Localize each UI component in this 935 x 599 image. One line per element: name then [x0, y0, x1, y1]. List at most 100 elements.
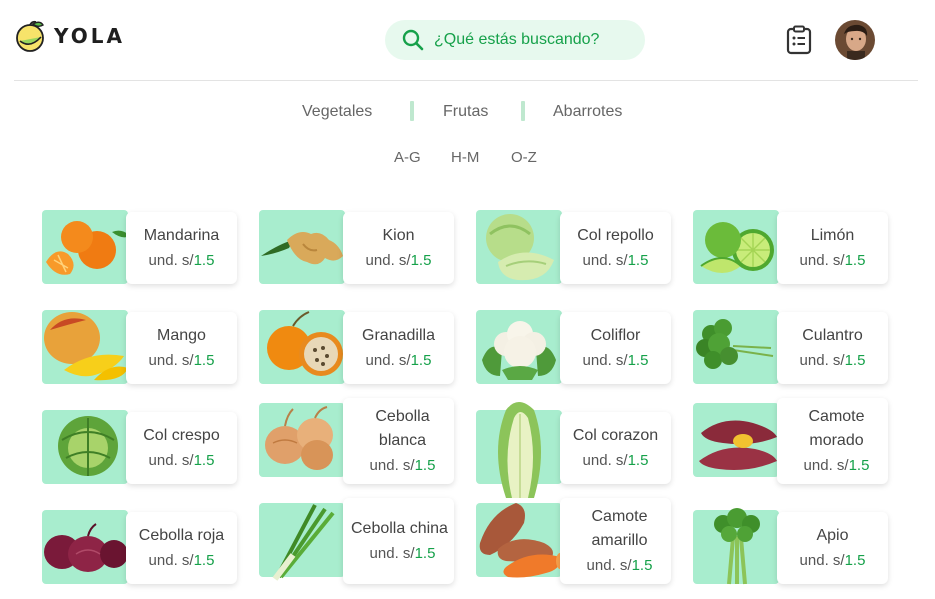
product-info: Culantro und. s/1.5 — [777, 312, 888, 384]
product-name: Camote amarillo — [591, 507, 648, 549]
product-image — [476, 402, 562, 498]
product-name: Cebolla blanca — [375, 407, 430, 449]
product-name: Culantro — [802, 326, 863, 344]
product-card-kion[interactable]: Kion und. s/1.5 — [259, 210, 459, 288]
product-image — [259, 503, 345, 581]
product-card-limon[interactable]: Limón und. s/1.5 — [693, 210, 893, 288]
category-frutas[interactable]: Frutas — [443, 98, 488, 126]
product-card-cebolla-roja[interactable]: Cebolla roja und. s/1.5 — [42, 510, 242, 588]
product-name: Col corazon — [572, 426, 659, 444]
category-separator — [410, 101, 414, 121]
avatar[interactable] — [835, 20, 875, 60]
clipboard-icon[interactable] — [786, 25, 812, 55]
product-image — [259, 210, 345, 284]
product-info: Kion und. s/1.5 — [343, 212, 454, 284]
product-image — [42, 510, 128, 584]
alpha-filter-o-z[interactable]: O-Z — [511, 147, 537, 169]
product-info: Col crespo und. s/1.5 — [126, 412, 237, 484]
product-image — [476, 503, 564, 578]
product-price: und. s/1.5 — [803, 456, 870, 474]
product-card-cebolla-china[interactable]: Cebolla china und. s/1.5 — [259, 498, 459, 584]
product-name: Granadilla — [362, 326, 435, 344]
product-card-apio[interactable]: Apio und. s/1.5 — [693, 508, 893, 588]
category-vegetales[interactable]: Vegetales — [302, 98, 372, 126]
product-image — [476, 210, 562, 284]
product-image — [693, 210, 779, 284]
product-price: und. s/1.5 — [582, 351, 649, 369]
granadilla-image — [267, 311, 343, 376]
search-input[interactable]: ¿Qué estás buscando? — [434, 31, 599, 49]
product-info: Granadilla und. s/1.5 — [343, 312, 454, 384]
purple-sweet-potato-image — [699, 420, 777, 470]
product-name: Apio — [816, 526, 849, 544]
celery-image — [714, 508, 760, 585]
product-card-col-corazon[interactable]: Col corazon und. s/1.5 — [476, 402, 676, 498]
category-abarrotes[interactable]: Abarrotes — [553, 98, 622, 126]
product-image — [693, 403, 779, 477]
product-name: Limón — [810, 226, 855, 244]
product-card-col-repollo[interactable]: Col repollo und. s/1.5 — [476, 210, 676, 288]
product-price: und. s/1.5 — [799, 551, 866, 569]
product-image — [259, 403, 345, 477]
product-card-col-crespo[interactable]: Col crespo und. s/1.5 — [42, 410, 242, 488]
product-info: Cebolla roja und. s/1.5 — [126, 512, 237, 584]
savoy-cabbage-image — [58, 416, 118, 476]
product-price: und. s/1.5 — [369, 456, 436, 474]
cabbage-image — [486, 214, 554, 281]
product-card-mandarina[interactable]: Mandarina und. s/1.5 — [42, 210, 242, 288]
mango-image — [44, 312, 128, 381]
alpha-filter-h-m[interactable]: H-M — [451, 147, 479, 169]
product-card-coliflor[interactable]: Coliflor und. s/1.5 — [476, 310, 676, 388]
product-info: Mandarina und. s/1.5 — [126, 212, 237, 284]
napa-cabbage-image — [498, 402, 541, 498]
product-info: Camote amarillo und. s/1.5 — [560, 498, 671, 584]
product-price: und. s/1.5 — [148, 251, 215, 269]
product-info: Cebolla blanca und. s/1.5 — [343, 398, 454, 484]
product-info: Col corazon und. s/1.5 — [560, 412, 671, 484]
product-card-cebolla-blanca[interactable]: Cebolla blanca und. s/1.5 — [259, 398, 459, 484]
product-info: Apio und. s/1.5 — [777, 512, 888, 584]
product-card-camote-morado[interactable]: Camote morado und. s/1.5 — [693, 398, 893, 484]
product-name: Cebolla roja — [138, 526, 225, 544]
logo[interactable]: YOLA — [14, 18, 125, 54]
product-name: Mandarina — [143, 226, 220, 244]
mandarin-image — [46, 221, 130, 275]
product-name: Col crespo — [143, 426, 220, 444]
product-price: und. s/1.5 — [365, 251, 432, 269]
product-image — [693, 508, 779, 585]
product-card-culantro[interactable]: Culantro und. s/1.5 — [693, 310, 893, 388]
product-card-mango[interactable]: Mango und. s/1.5 — [42, 310, 242, 388]
product-price: und. s/1.5 — [799, 251, 866, 269]
product-name: Camote morado — [808, 407, 865, 449]
product-card-camote-amarillo[interactable]: Camote amarillo und. s/1.5 — [476, 498, 676, 584]
product-image — [259, 310, 345, 384]
product-name: Col repollo — [577, 226, 654, 244]
product-image — [42, 410, 128, 484]
category-nav: Vegetales Frutas Abarrotes — [0, 98, 935, 126]
red-onion-image — [44, 523, 128, 572]
product-price: und. s/1.5 — [582, 251, 649, 269]
product-image — [42, 310, 128, 384]
alpha-filter-a-g[interactable]: A-G — [394, 147, 421, 169]
search-bar[interactable]: ¿Qué estás buscando? — [385, 20, 645, 60]
category-separator — [521, 101, 525, 121]
product-price: und. s/1.5 — [148, 551, 215, 569]
product-price: und. s/1.5 — [148, 351, 215, 369]
white-onion-image — [265, 406, 333, 470]
product-price: und. s/1.5 — [586, 556, 653, 574]
cilantro-image — [696, 319, 774, 369]
product-info: Coliflor und. s/1.5 — [560, 312, 671, 384]
cauliflower-image — [482, 321, 556, 380]
product-info: Col repollo und. s/1.5 — [560, 212, 671, 284]
product-price: und. s/1.5 — [148, 451, 215, 469]
product-price: und. s/1.5 — [582, 451, 649, 469]
product-info: Mango und. s/1.5 — [126, 312, 237, 384]
product-name: Coliflor — [590, 326, 641, 344]
ginger-image — [261, 232, 343, 265]
lime-logo-icon — [16, 20, 44, 52]
product-card-granadilla[interactable]: Granadilla und. s/1.5 — [259, 310, 459, 388]
product-info: Camote morado und. s/1.5 — [777, 398, 888, 484]
brand-name: YOLA — [54, 24, 125, 48]
product-price: und. s/1.5 — [365, 351, 432, 369]
product-price: und. s/1.5 — [799, 351, 866, 369]
